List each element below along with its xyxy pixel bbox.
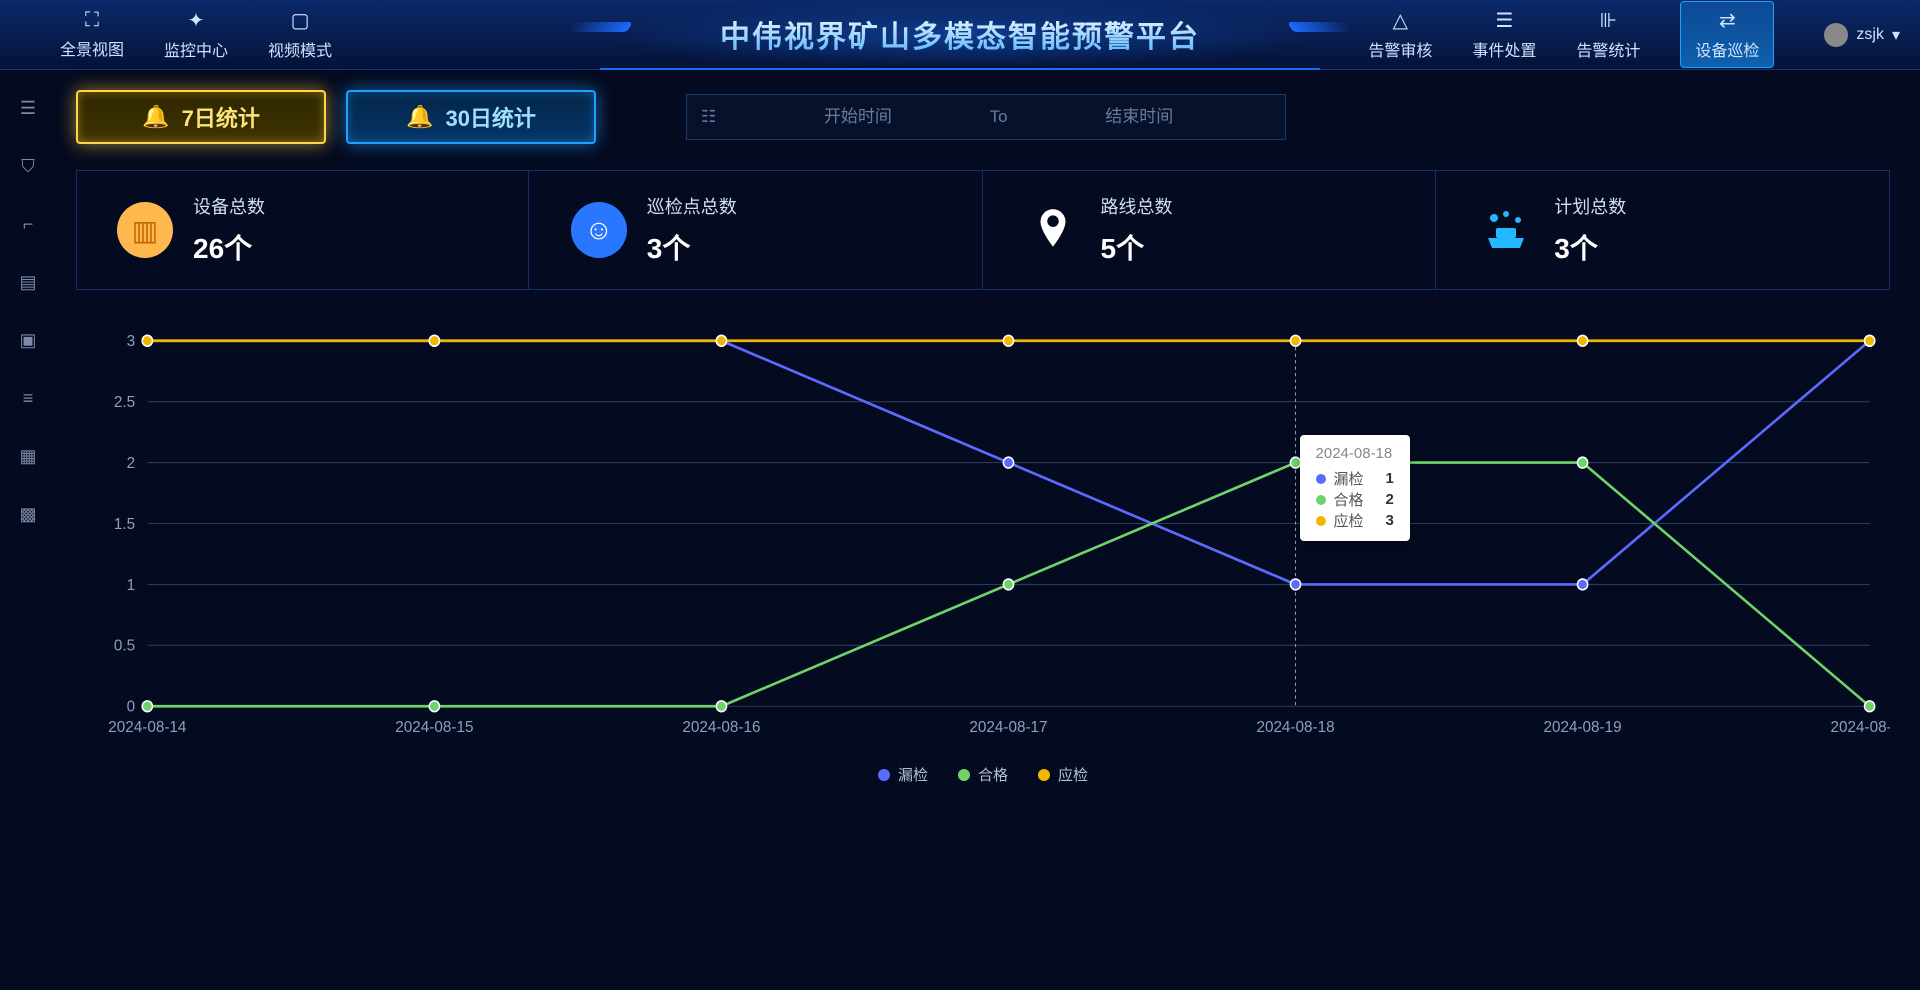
sidebar-item[interactable]: ⌐ — [16, 212, 40, 236]
sidebar-item[interactable]: ▤ — [16, 270, 40, 294]
start-date-input[interactable] — [726, 107, 989, 127]
svg-text:2024-08-16: 2024-08-16 — [682, 719, 760, 736]
svg-text:1.5: 1.5 — [114, 516, 135, 533]
sidebar-item[interactable]: ≡ — [16, 386, 40, 410]
chart-panel: 0 0.5 1 1.5 2 2.5 3 2024-08-14 2024-08-15 2024-08… — [76, 330, 1890, 785]
svg-text:2024-08-19: 2024-08-19 — [1543, 719, 1621, 736]
date-separator: To — [990, 107, 1008, 127]
tab-7day-label: 7日统计 — [182, 101, 260, 133]
bell-icon: 🔔 — [406, 104, 433, 130]
stat-card: 路线总数 5个 — [985, 171, 1437, 289]
end-date-input[interactable] — [1008, 107, 1271, 127]
nav-left: ⛶ 全景视图 ✦ 监控中心 ▢ 视频模式 — [60, 8, 332, 61]
tooltip-row: 漏检1 — [1316, 468, 1394, 489]
stat-label: 设备总数 — [193, 193, 265, 219]
nav-item[interactable]: ▢ 视频模式 — [268, 8, 332, 61]
tab-30day-label: 30日统计 — [445, 101, 535, 133]
tooltip-row: 应检3 — [1316, 510, 1394, 531]
sidebar-item[interactable]: ▩ — [16, 502, 40, 526]
svg-text:0.5: 0.5 — [114, 637, 135, 654]
nav-label: 全景视图 — [60, 36, 124, 60]
app-header: ⛶ 全景视图 ✦ 监控中心 ▢ 视频模式 中伟视界矿山多模态智能预警平台 △ 告警审核 ☰ 事件… — [0, 0, 1920, 70]
stat-card: ▥ 设备总数 26个 — [77, 171, 529, 289]
sidebar-item[interactable]: ☰ — [16, 96, 40, 120]
calendar-icon: ☷ — [701, 107, 716, 127]
nav-label: 设备巡检 — [1695, 37, 1759, 61]
nav-icon: ✦ — [188, 8, 205, 33]
main: 🔔 7日统计 🔔 30日统计 ☷ To ▥ 设备总数 26个 ☺ 巡检点总数 3个 路线总数… — [56, 70, 1920, 990]
svg-text:2.5: 2.5 — [114, 394, 135, 411]
sidebar-item[interactable]: ⛉ — [16, 154, 40, 178]
stat-value: 3个 — [647, 227, 737, 267]
period-tabs: 🔔 7日统计 🔔 30日统计 ☷ To — [76, 90, 1890, 144]
stat-value: 5个 — [1101, 227, 1173, 267]
page-title: 中伟视界矿山多模态智能预警平台 — [720, 12, 1200, 56]
device-icon: ▥ — [117, 202, 173, 258]
chart-legend: 漏检 合格 应检 — [76, 764, 1890, 785]
stat-label: 巡检点总数 — [647, 193, 737, 219]
bell-icon: 🔔 — [142, 104, 169, 130]
nav-item[interactable]: ⊪ 告警统计 — [1576, 8, 1640, 61]
stat-value: 26个 — [193, 227, 265, 267]
sidebar-item[interactable]: ▣ — [16, 328, 40, 352]
stat-card: 计划总数 3个 — [1438, 171, 1889, 289]
nav-icon: ⇄ — [1719, 8, 1736, 33]
svg-text:2024-08-18: 2024-08-18 — [1256, 719, 1334, 736]
location-pin-icon — [1025, 202, 1081, 258]
nav-item[interactable]: ⛶ 全景视图 — [60, 9, 124, 60]
nav-item[interactable]: △ 告警审核 — [1368, 8, 1432, 61]
nav-item[interactable]: ☰ 事件处置 — [1472, 8, 1536, 61]
plan-icon — [1478, 202, 1534, 258]
svg-text:1: 1 — [127, 576, 135, 593]
nav-icon: △ — [1393, 8, 1408, 33]
legend-item-pass[interactable]: 合格 — [958, 764, 1008, 785]
tab-7day[interactable]: 🔔 7日统计 — [76, 90, 326, 144]
stat-cards: ▥ 设备总数 26个 ☺ 巡检点总数 3个 路线总数 5个 计划总数 3个 — [76, 170, 1890, 290]
tooltip-row: 合格2 — [1316, 489, 1394, 510]
legend-item-due[interactable]: 应检 — [1038, 764, 1088, 785]
stat-card: ☺ 巡检点总数 3个 — [531, 171, 983, 289]
svg-text:2024-08-15: 2024-08-15 — [395, 719, 473, 736]
svg-text:3: 3 — [127, 333, 136, 350]
nav-item[interactable]: ⇄ 设备巡检 — [1680, 1, 1774, 68]
nav-label: 视频模式 — [268, 37, 332, 61]
tooltip-date: 2024-08-18 — [1316, 445, 1394, 462]
user-menu[interactable]: zsjk ▾ — [1824, 23, 1900, 47]
nav-label: 监控中心 — [164, 37, 228, 61]
avatar-icon — [1824, 23, 1848, 47]
nav-label: 事件处置 — [1472, 37, 1536, 61]
title-banner: 中伟视界矿山多模态智能预警平台 — [600, 0, 1320, 70]
tab-30day[interactable]: 🔔 30日统计 — [346, 90, 596, 144]
chart-tooltip: 2024-08-18 漏检1合格2应检3 — [1300, 435, 1410, 541]
nav-right: △ 告警审核 ☰ 事件处置 ⊪ 告警统计 ⇄ 设备巡检 — [1368, 1, 1774, 68]
chevron-down-icon: ▾ — [1892, 25, 1900, 45]
stat-label: 路线总数 — [1101, 193, 1173, 219]
stat-value: 3个 — [1554, 227, 1626, 267]
nav-label: 告警审核 — [1368, 37, 1432, 61]
svg-text:2024-08-17: 2024-08-17 — [969, 719, 1047, 736]
nav-label: 告警统计 — [1576, 37, 1640, 61]
nav-icon: ▢ — [291, 8, 310, 33]
stat-label: 计划总数 — [1554, 193, 1626, 219]
sidebar: ☰ ⛉ ⌐ ▤ ▣ ≡ ▦ ▩ — [0, 70, 56, 990]
sidebar-item[interactable]: ▦ — [16, 444, 40, 468]
svg-text:2: 2 — [127, 455, 135, 472]
svg-text:0: 0 — [127, 698, 136, 715]
legend-item-missed[interactable]: 漏检 — [878, 764, 928, 785]
nav-item[interactable]: ✦ 监控中心 — [164, 8, 228, 61]
svg-text:2024-08-20: 2024-08-20 — [1831, 719, 1890, 736]
person-icon: ☺ — [571, 202, 627, 258]
nav-icon: ⊪ — [1600, 8, 1617, 33]
username: zsjk — [1856, 26, 1884, 44]
line-chart[interactable]: 0 0.5 1 1.5 2 2.5 3 2024-08-14 2024-08-15 2024-08… — [76, 330, 1890, 760]
nav-icon: ⛶ — [85, 9, 99, 32]
nav-icon: ☰ — [1495, 8, 1513, 33]
svg-text:2024-08-14: 2024-08-14 — [108, 719, 186, 736]
date-range-picker[interactable]: ☷ To — [686, 94, 1286, 140]
